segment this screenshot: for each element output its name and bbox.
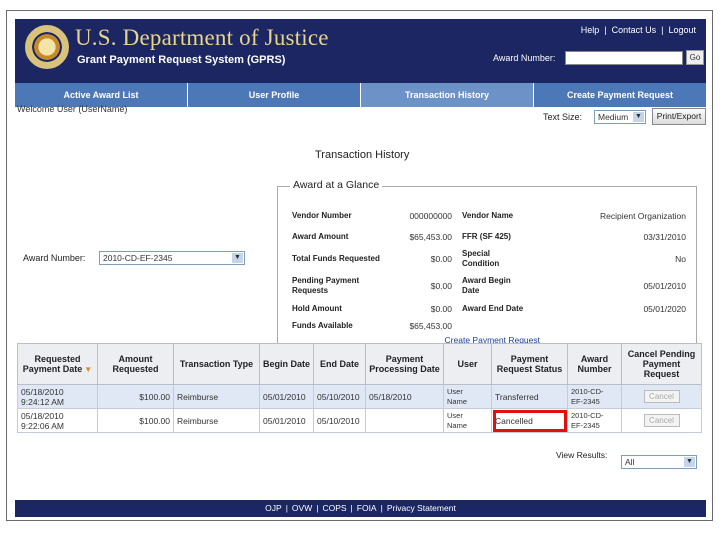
glance-value: $65,453.00 <box>409 321 452 331</box>
tab-create-payment-request[interactable]: Create Payment Request <box>534 83 706 107</box>
view-results-select[interactable]: All ▼ <box>621 455 697 469</box>
glance-value: 05/01/2020 <box>643 304 686 314</box>
col-begin-date: Begin Date <box>259 343 314 385</box>
glance-label: Total Funds Requested <box>292 254 380 263</box>
welcome-text: Welcome User (UserName) <box>17 104 128 114</box>
glance-value: No <box>675 254 686 264</box>
amount-cell: $100.00 <box>97 408 174 433</box>
award-number-value: 2010-CD-EF-2345 <box>103 253 173 263</box>
print-export-button[interactable]: Print/Export <box>652 108 706 125</box>
glance-value: 05/01/2010 <box>643 281 686 291</box>
footer-link-cops[interactable]: COPS <box>322 503 346 513</box>
footer-link-privacy[interactable]: Privacy Statement <box>387 503 456 513</box>
amount-cell: $100.00 <box>97 384 174 409</box>
footer-link-ojp[interactable]: OJP <box>265 503 282 513</box>
go-button[interactable]: Go <box>686 50 704 65</box>
header-award-number-label: Award Number: <box>493 53 556 63</box>
footer-link-foia[interactable]: FOIA <box>357 503 377 513</box>
top-links: Help | Contact Us | Logout <box>580 25 696 35</box>
col-user: User <box>443 343 492 385</box>
cancel-cell: Cancel <box>621 408 702 433</box>
glance-value: 000000000 <box>409 211 452 221</box>
contact-us-link[interactable]: Contact Us <box>612 25 657 35</box>
award-number-select[interactable]: 2010-CD-EF-2345 ▼ <box>99 251 245 265</box>
table-row: 05/18/2010 9:22:06 AM $100.00 Reimburse 0… <box>17 408 702 433</box>
site-header: U.S. Department of Justice Grant Payment… <box>15 19 706 83</box>
col-payment-request-status: Payment Request Status <box>491 343 568 385</box>
col-end-date: End Date <box>313 343 366 385</box>
footer-link-ovw[interactable]: OVW <box>292 503 312 513</box>
glance-label: FFR (SF 425) <box>462 232 511 241</box>
chevron-down-icon: ▼ <box>684 457 695 467</box>
view-results-value: All <box>625 457 635 467</box>
glance-value: 03/31/2010 <box>643 232 686 242</box>
col-cancel-pending-payment-request: Cancel Pending Payment Request <box>621 343 702 385</box>
status-cell: Transferred <box>491 384 568 409</box>
glance-label: Award Amount <box>292 232 349 241</box>
doj-seal-icon <box>25 25 69 69</box>
glance-label: Hold Amount <box>292 304 342 313</box>
sort-desc-icon[interactable]: ▼ <box>84 365 92 374</box>
site-subtitle: Grant Payment Request System (GPRS) <box>77 54 286 66</box>
col-requested-payment-date[interactable]: Requested Payment Date ▼ <box>17 343 98 385</box>
glance-value: Recipient Organization <box>600 211 686 221</box>
requested-date-cell: 05/18/2010 9:22:06 AM <box>17 408 98 433</box>
site-title: U.S. Department of Justice <box>75 25 329 50</box>
col-transaction-type: Transaction Type <box>173 343 260 385</box>
site-footer: OJP | OVW | COPS | FOIA | Privacy Statement <box>15 500 706 517</box>
glance-label: Vendor Name <box>462 211 514 220</box>
award-number-label: Award Number: <box>23 253 86 263</box>
status-cell-highlighted: Cancelled <box>491 408 568 433</box>
glance-value: $0.00 <box>430 281 452 291</box>
cancel-button[interactable]: Cancel <box>643 390 680 403</box>
begin-date-cell: 05/01/2010 <box>259 384 314 409</box>
user-cell: User Name <box>443 384 492 409</box>
processing-date-cell: 05/18/2010 <box>365 384 444 409</box>
table-row: 05/18/2010 9:24:12 AM $100.00 Reimburse 0… <box>17 384 702 409</box>
tab-transaction-history[interactable]: Transaction History <box>361 83 534 107</box>
chevron-down-icon: ▼ <box>232 253 243 263</box>
award-at-a-glance-panel: Award at a Glance Vendor Number 00000000… <box>277 179 697 352</box>
chevron-down-icon: ▼ <box>633 112 644 122</box>
glance-label: Pending Payment Requests <box>292 276 360 295</box>
transaction-type-cell: Reimburse <box>173 384 260 409</box>
help-link[interactable]: Help <box>581 25 600 35</box>
page-title: Transaction History <box>315 149 410 161</box>
glance-value: $0.00 <box>430 254 452 264</box>
text-size-select[interactable]: Medium ▼ <box>594 110 646 124</box>
requested-date-cell: 05/18/2010 9:24:12 AM <box>17 384 98 409</box>
view-results-label: View Results: <box>556 450 608 460</box>
processing-date-cell <box>365 408 444 433</box>
begin-date-cell: 05/01/2010 <box>259 408 314 433</box>
user-cell: User Name <box>443 408 492 433</box>
glance-value: $0.00 <box>430 304 452 314</box>
cancel-cell: Cancel <box>621 384 702 409</box>
header-award-number-input[interactable] <box>565 51 683 65</box>
transaction-type-cell: Reimburse <box>173 408 260 433</box>
logout-link[interactable]: Logout <box>668 25 696 35</box>
glance-label: Special Condition <box>462 249 500 268</box>
col-award-number: Award Number <box>567 343 622 385</box>
end-date-cell: 05/10/2010 <box>313 384 366 409</box>
cancel-button[interactable]: Cancel <box>643 414 680 427</box>
glance-label: Funds Available <box>292 321 353 330</box>
text-size-label: Text Size: <box>543 112 583 122</box>
tab-user-profile[interactable]: User Profile <box>188 83 361 107</box>
browser-frame: U.S. Department of Justice Grant Payment… <box>6 10 713 521</box>
col-amount-requested: Amount Requested <box>97 343 174 385</box>
table-header-row: Requested Payment Date ▼ Amount Requested… <box>17 343 702 385</box>
award-at-a-glance-title: Award at a Glance <box>290 179 383 191</box>
text-size-value: Medium <box>598 112 629 122</box>
glance-label: Vendor Number <box>292 211 352 220</box>
transactions-table: Requested Payment Date ▼ Amount Requested… <box>17 343 702 433</box>
glance-label: Award Begin Date <box>462 276 511 295</box>
award-number-cell: 2010-CD- EF-2345 <box>567 408 622 433</box>
glance-value: $65,453.00 <box>409 232 452 242</box>
end-date-cell: 05/10/2010 <box>313 408 366 433</box>
glance-label: Award End Date <box>462 304 524 313</box>
col-payment-processing-date: Payment Processing Date <box>365 343 444 385</box>
award-number-cell: 2010-CD- EF-2345 <box>567 384 622 409</box>
